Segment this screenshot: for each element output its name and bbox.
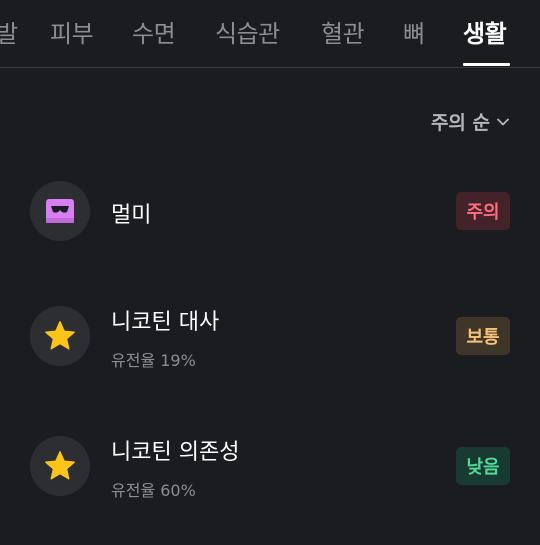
item-title: 멀미 bbox=[111, 203, 152, 228]
tab-feet[interactable]: 발 bbox=[0, 14, 18, 49]
active-tab-indicator bbox=[463, 63, 510, 66]
item-title: 니코틴 대사 bbox=[111, 310, 220, 335]
item-icon-container bbox=[30, 181, 90, 241]
item-icon-container bbox=[30, 436, 90, 496]
chevron-down-icon bbox=[497, 118, 509, 125]
motion-sickness-icon bbox=[46, 199, 74, 223]
risk-badge: 주의 bbox=[456, 192, 510, 230]
risk-badge: 낮음 bbox=[456, 447, 510, 485]
tab-sleep[interactable]: 수면 bbox=[132, 14, 176, 49]
tab-bones[interactable]: 뼈 bbox=[403, 14, 425, 49]
item-icon-container bbox=[30, 306, 90, 366]
sort-label: 주의 순 bbox=[430, 112, 490, 134]
star-icon bbox=[45, 321, 75, 350]
sort-dropdown[interactable]: 주의 순 bbox=[431, 108, 510, 135]
tab-diet[interactable]: 식습관 bbox=[215, 14, 280, 49]
tab-blood-vessels[interactable]: 혈관 bbox=[321, 14, 365, 49]
category-tab-bar: 발 피부 수면 식습관 혈관 뼈 생활 bbox=[0, 0, 540, 68]
star-icon bbox=[45, 451, 75, 480]
item-title: 니코틴 의존성 bbox=[111, 440, 240, 465]
risk-badge: 보통 bbox=[456, 317, 510, 355]
item-heritability: 유전율 19% bbox=[111, 351, 196, 370]
tab-skin[interactable]: 피부 bbox=[50, 14, 94, 49]
tab-lifestyle[interactable]: 생활 bbox=[463, 14, 507, 49]
item-heritability: 유전율 60% bbox=[111, 481, 196, 500]
